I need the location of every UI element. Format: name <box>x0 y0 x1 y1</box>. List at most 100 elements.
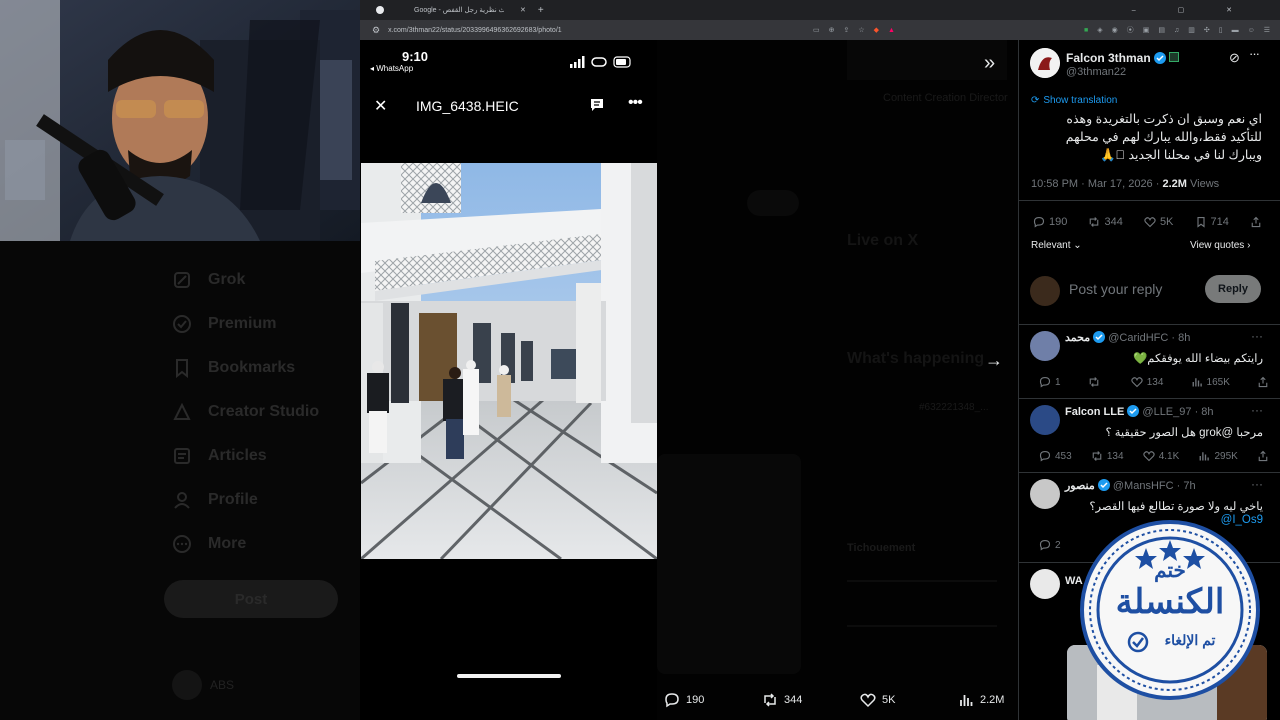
sidebar-item-grok[interactable]: Grok <box>172 270 245 290</box>
grok-explain-icon[interactable]: ⊘ <box>1229 50 1240 66</box>
browser-tab[interactable]: Google - بحث نظرية رجل القفص <box>414 6 504 14</box>
like-action[interactable]: 134 <box>1131 376 1163 388</box>
new-tab-icon[interactable]: + <box>538 5 544 16</box>
reply-action[interactable]: 453 <box>1039 450 1072 462</box>
extension-icon[interactable]: ▣ <box>1143 26 1150 34</box>
post-timestamp[interactable]: 10:58 PM · Mar 17, 2026 <box>1031 178 1153 190</box>
reply-item[interactable]: Falcon LLE @LLE_97 · 8h ··· مرحبا @grok … <box>1019 398 1280 470</box>
like-action[interactable]: 4.1K <box>1143 450 1179 462</box>
extension-icon[interactable]: ♫ <box>1174 27 1179 34</box>
bookmark-action[interactable]: 714 <box>1195 216 1229 228</box>
sidebar-item-bookmarks[interactable]: Bookmarks <box>172 358 295 378</box>
reply-item[interactable]: محمد @CaridHFC · 8h ··· رايتكم بيضاء الل… <box>1019 324 1280 396</box>
more-options-icon[interactable]: ··· <box>1249 46 1260 61</box>
reply-header: محمد @CaridHFC · 8h <box>1065 331 1190 344</box>
share-action[interactable] <box>1250 216 1262 228</box>
reply-time: · 8h <box>1194 406 1214 418</box>
reply-button[interactable]: Reply <box>1205 275 1261 303</box>
avatar[interactable] <box>1030 479 1060 509</box>
avatar[interactable] <box>1030 405 1060 435</box>
views-action[interactable]: 2.2M <box>958 692 1004 708</box>
reply-action[interactable]: 190 <box>1033 216 1067 228</box>
reply-handle[interactable]: @MansHFC <box>1113 480 1174 492</box>
repost-icon <box>764 693 776 707</box>
author-name[interactable]: Falcon 3thman <box>1066 51 1180 65</box>
extension-icon[interactable]: ⦿ <box>1127 25 1134 35</box>
more-options-icon[interactable]: ··· <box>1251 403 1263 417</box>
views-label: Views <box>1190 178 1220 190</box>
share-icon[interactable]: ⇪ <box>843 26 849 34</box>
bookmark-star-icon[interactable]: ☆ <box>858 26 864 34</box>
relevant-sort-dropdown[interactable]: Relevant ⌄ <box>1031 240 1082 251</box>
comment-icon[interactable] <box>590 98 604 112</box>
bookmark-icon <box>176 359 188 378</box>
views-action[interactable]: 165K <box>1191 376 1230 388</box>
extension-icon[interactable]: ■ <box>1084 27 1088 34</box>
close-photo-icon[interactable]: ✕ <box>374 96 387 116</box>
avatar[interactable] <box>1030 48 1060 78</box>
reply-action[interactable]: 190 <box>664 692 704 708</box>
articles-icon <box>174 448 190 464</box>
cast-icon[interactable]: ▭ <box>813 26 820 34</box>
reply-time: · 7h <box>1176 480 1196 492</box>
more-options-icon[interactable]: ··· <box>1251 329 1263 343</box>
extension-icon[interactable]: ◈ <box>1097 26 1102 34</box>
repost-action[interactable]: 344 <box>1088 216 1123 228</box>
sidebar-item-creator-studio[interactable]: Creator Studio <box>172 402 319 422</box>
share-action[interactable] <box>1257 376 1269 388</box>
repost-action[interactable]: 344 <box>762 692 802 708</box>
wallet-icon[interactable]: ▬ <box>1232 27 1239 34</box>
repost-action[interactable] <box>1088 376 1104 388</box>
menu-icon[interactable]: ☰ <box>1264 26 1270 34</box>
brave-shield-icon[interactable]: ◆ <box>874 26 879 34</box>
sidebar-item-articles[interactable]: Articles <box>172 446 267 466</box>
reply-handle[interactable]: @LLE_97 <box>1142 406 1191 418</box>
avatar[interactable] <box>1030 331 1060 361</box>
like-action[interactable]: 5K <box>1144 216 1173 228</box>
reply-action[interactable]: 2 <box>1039 539 1061 551</box>
collapse-panel-icon[interactable]: » <box>984 52 995 75</box>
next-photo-arrow-icon[interactable]: → <box>985 350 1003 371</box>
reply-action[interactable]: 1 <box>1039 376 1061 388</box>
site-info-icon[interactable]: ⚙ <box>372 25 380 36</box>
post-button[interactable]: Post <box>164 580 338 618</box>
window-controls[interactable]: – ▢ ✕ <box>1132 6 1252 14</box>
reply-text: مرحبا @grok هل الصور حقيقية ؟ <box>1105 427 1263 439</box>
profile-icon[interactable]: ☺ <box>1248 27 1255 34</box>
back-to-whatsapp[interactable]: ◂ WhatsApp <box>370 64 413 73</box>
more-options-icon[interactable]: ••• <box>628 94 643 112</box>
heart-icon <box>1144 217 1156 228</box>
account-switcher[interactable]: ABS <box>172 668 342 702</box>
extensions-toolbar[interactable]: ▭ ⊕ ⇪ ☆ ◆ ▲ ■ ◈ ◉ ⦿ ▣ ▤ ♫ ▥ ✣ ▯ ▬ ☺ ☰ <box>813 25 1270 35</box>
close-tab-icon[interactable]: ✕ <box>520 6 526 14</box>
reply-handle[interactable]: @CaridHFC <box>1108 332 1168 344</box>
view-quotes-link[interactable]: View quotes › <box>1190 240 1250 251</box>
reply-author-name[interactable]: محمد <box>1065 332 1090 344</box>
puzzle-icon[interactable]: ✣ <box>1204 26 1210 34</box>
author-handle[interactable]: @3thman22 <box>1066 66 1126 78</box>
repost-action[interactable]: 134 <box>1091 450 1124 462</box>
dim-divider <box>847 580 997 582</box>
sidebar-toggle-icon[interactable]: ▯ <box>1219 26 1223 34</box>
sidebar-item-profile[interactable]: Profile <box>172 490 258 510</box>
url-field[interactable]: x.com/3thman22/status/203399649636269268… <box>388 27 562 34</box>
reply-icon <box>1033 216 1045 228</box>
reply-author-name[interactable]: Falcon LLE <box>1065 406 1124 418</box>
photo-filename: IMG_6438.HEIC <box>416 98 519 114</box>
share-action[interactable] <box>1257 450 1269 462</box>
sidebar-item-more[interactable]: More <box>172 534 246 554</box>
avatar[interactable] <box>1030 569 1060 599</box>
like-action[interactable]: 5K <box>860 692 895 708</box>
reply-input[interactable]: Post your reply <box>1069 281 1162 297</box>
extension-icon[interactable]: ◉ <box>1112 26 1118 34</box>
extension-icon[interactable]: ▥ <box>1188 26 1195 34</box>
rewards-icon[interactable]: ▲ <box>888 27 895 34</box>
zoom-icon[interactable]: ⊕ <box>829 26 835 34</box>
views-action[interactable]: 295K <box>1198 450 1238 462</box>
browser-tab-bar: Google - بحث نظرية رجل القفص ✕ + – ▢ ✕ <box>360 0 1280 20</box>
reply-author-name[interactable]: منصور <box>1065 480 1095 492</box>
more-options-icon[interactable]: ··· <box>1251 477 1263 491</box>
sidebar-item-premium[interactable]: Premium <box>172 314 276 334</box>
extension-icon[interactable]: ▤ <box>1158 26 1165 34</box>
show-translation-link[interactable]: ⟳ Show translation <box>1031 95 1117 106</box>
